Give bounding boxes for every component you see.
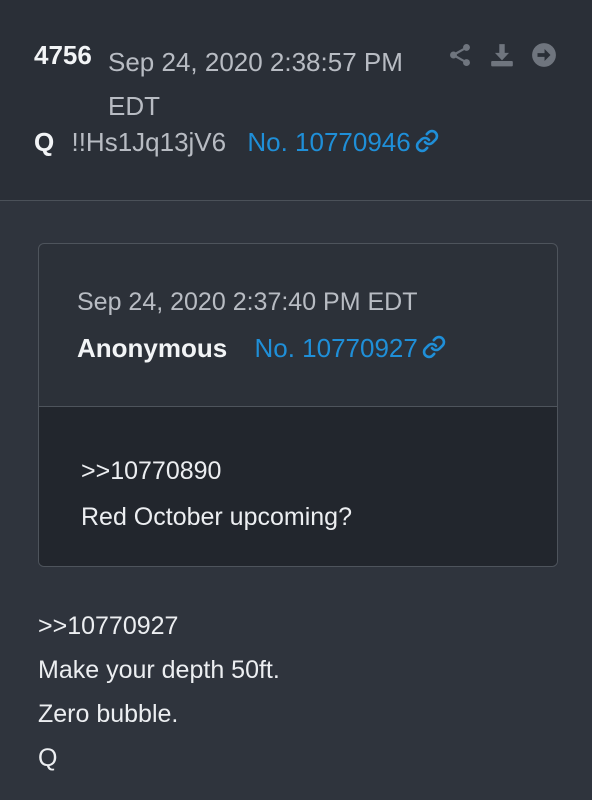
quoted-timestamp: Sep 24, 2020 2:37:40 PM EDT [77,288,418,316]
author-name: Q [34,127,55,157]
quoted-body-text: Red October upcoming? [81,503,352,531]
quoted-reply-reference[interactable]: >>10770890 [81,455,221,487]
link-icon [415,128,439,160]
quoted-author-name: Anonymous [77,333,228,363]
quoted-author-line: Anonymous No. 10770927 [77,332,446,366]
quoted-post-id-label: No. 10770927 [254,333,418,363]
post-actions [446,40,558,70]
post-timestamp: Sep 24, 2020 2:38:57 PM EDT [108,47,403,121]
reply-reference[interactable]: >>10770927 [38,604,558,648]
share-icon[interactable] [446,41,474,69]
tripcode: !!Hs1Jq13jV6 [71,127,227,157]
arrow-right-circle-icon[interactable] [530,41,558,69]
body-line: Make your depth 50ft. [38,656,280,684]
download-icon[interactable] [488,41,516,69]
post-body: >>10770927 Make your depth 50ft. Zero bu… [38,604,558,780]
post-header: 4756 Sep 24, 2020 2:38:57 PM EDT Q !!Hs1… [0,0,592,201]
link-icon [422,334,446,366]
quoted-post-header: Sep 24, 2020 2:37:40 PM EDT Anonymous No… [39,244,557,407]
body-signature: Q [38,744,58,772]
body-line: Zero bubble. [38,700,179,728]
quoted-post-id-link[interactable]: No. 10770927 [254,333,446,366]
post-id-link[interactable]: No. 10770946 [247,127,438,157]
quoted-post-body: >>10770890 Red October upcoming? [39,407,557,566]
post-id-label: No. 10770946 [247,127,411,157]
post-number: 4756 [34,40,92,70]
post-author-line: Q !!Hs1Jq13jV6 No. 10770946 [34,126,439,160]
quoted-post: Sep 24, 2020 2:37:40 PM EDT Anonymous No… [38,243,558,567]
